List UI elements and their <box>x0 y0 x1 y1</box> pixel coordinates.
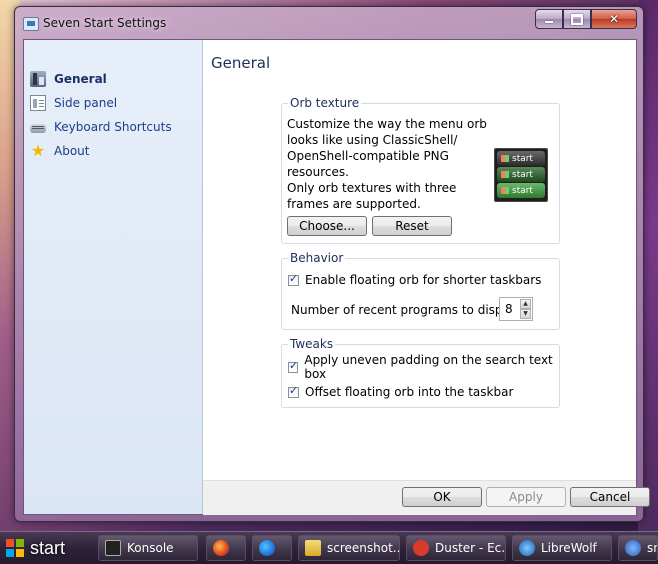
dialog-footer: OK Apply Cancel <box>203 480 650 515</box>
group-title: Tweaks <box>288 337 336 351</box>
keyboard-icon <box>30 124 46 133</box>
client-area: General Side panel Keyboard Shortcuts ★ … <box>23 39 650 515</box>
reset-button[interactable]: Reset <box>372 216 452 236</box>
start-button[interactable]: start <box>0 532 86 564</box>
sidebar-item-about[interactable]: ★ About <box>30 141 90 161</box>
windows-icon <box>501 187 509 194</box>
group-title: Behavior <box>288 251 346 265</box>
konsole-icon <box>105 540 121 556</box>
uneven-padding-checkbox-row[interactable]: Apply uneven padding on the search text … <box>288 353 559 381</box>
orb-frame: start <box>497 167 545 182</box>
checkbox-label: Enable floating orb for shorter taskbars <box>305 273 542 287</box>
sidebar-item-label: General <box>54 72 107 86</box>
orb-preview: start start start <box>494 148 548 202</box>
start-label: start <box>30 537 66 558</box>
side-panel-icon <box>30 95 46 111</box>
tweaks-group: Tweaks Apply uneven padding on the searc… <box>281 337 560 408</box>
taskbar-item-librewolf[interactable]: LibreWolf <box>512 535 612 561</box>
firefox-icon <box>213 540 229 556</box>
taskbar-item-firefox[interactable] <box>206 535 246 561</box>
general-icon <box>30 71 46 87</box>
taskbar-item-konsole[interactable]: Konsole <box>98 535 198 561</box>
ok-button[interactable]: OK <box>402 487 482 507</box>
recent-programs-stepper[interactable]: 8 ▲ ▼ <box>499 297 533 321</box>
taskbar-item-sn[interactable]: sn <box>618 535 658 561</box>
minimize-button[interactable] <box>535 9 563 29</box>
close-icon: ✕ <box>608 12 620 26</box>
floating-orb-checkbox-row[interactable]: Enable floating orb for shorter taskbars <box>288 272 541 288</box>
checkbox-label: Apply uneven padding on the search text … <box>304 353 553 381</box>
recent-programs-label: Number of recent programs to display: <box>291 303 524 317</box>
sidebar: General Side panel Keyboard Shortcuts ★ … <box>24 40 203 514</box>
offset-orb-checkbox-row[interactable]: Offset floating orb into the taskbar <box>288 384 513 400</box>
sidebar-item-keyboard-shortcuts[interactable]: Keyboard Shortcuts <box>30 117 172 137</box>
stepper-buttons: ▲ ▼ <box>520 299 531 319</box>
folder-icon <box>305 540 321 556</box>
star-icon: ★ <box>30 141 46 160</box>
group-title: Orb texture <box>288 96 362 110</box>
stepper-value: 8 <box>505 302 513 316</box>
app-icon <box>625 540 641 556</box>
taskbar-item-firefox-blue[interactable] <box>252 535 292 561</box>
app-icon <box>23 17 39 31</box>
sidebar-item-general[interactable]: General <box>30 69 107 89</box>
minimize-icon <box>545 21 553 23</box>
maximize-button[interactable] <box>563 9 591 29</box>
taskbar-item-screenshot[interactable]: screenshot... <box>298 535 400 561</box>
librewolf-icon <box>519 540 535 556</box>
maximize-icon <box>571 13 583 25</box>
sidebar-item-label: About <box>54 144 90 158</box>
stepper-down-button[interactable]: ▼ <box>520 309 531 319</box>
stepper-up-button[interactable]: ▲ <box>520 299 531 309</box>
taskbar: start Konsole screenshot... Duster - Ec.… <box>0 531 658 564</box>
behavior-group: Behavior Enable floating orb for shorter… <box>281 251 560 330</box>
orb-texture-description: Customize the way the menu orb looks lik… <box>287 117 487 211</box>
caption-buttons: ✕ <box>535 9 637 29</box>
settings-window: Seven Start Settings ✕ General Side pane… <box>14 6 650 522</box>
uneven-padding-checkbox[interactable] <box>288 359 299 373</box>
sidebar-item-label: Keyboard Shortcuts <box>54 120 172 134</box>
apply-button[interactable]: Apply <box>486 487 566 507</box>
main-content: General Orb texture Customize the way th… <box>203 40 636 480</box>
firefox-blue-icon <box>259 540 275 556</box>
page-title: General <box>211 54 271 72</box>
windows-icon <box>501 171 509 178</box>
duster-icon <box>413 540 429 556</box>
title-bar[interactable]: Seven Start Settings ✕ <box>15 7 643 37</box>
window-title: Seven Start Settings <box>43 16 167 30</box>
orb-frame: start <box>497 151 545 166</box>
choose-button[interactable]: Choose... <box>287 216 367 236</box>
orb-frame: start <box>497 183 545 198</box>
floating-orb-checkbox[interactable] <box>288 272 299 286</box>
sidebar-item-label: Side panel <box>54 96 118 110</box>
checkbox-label: Offset floating orb into the taskbar <box>305 385 514 399</box>
orb-texture-group: Orb texture Customize the way the menu o… <box>281 96 560 244</box>
cancel-button[interactable]: Cancel <box>570 487 650 507</box>
sidebar-item-side-panel[interactable]: Side panel <box>30 93 117 113</box>
taskbar-item-duster[interactable]: Duster - Ec... <box>406 535 506 561</box>
windows-logo-icon <box>6 539 24 557</box>
windows-icon <box>501 155 509 162</box>
offset-orb-checkbox[interactable] <box>288 384 299 398</box>
close-button[interactable]: ✕ <box>591 9 637 29</box>
